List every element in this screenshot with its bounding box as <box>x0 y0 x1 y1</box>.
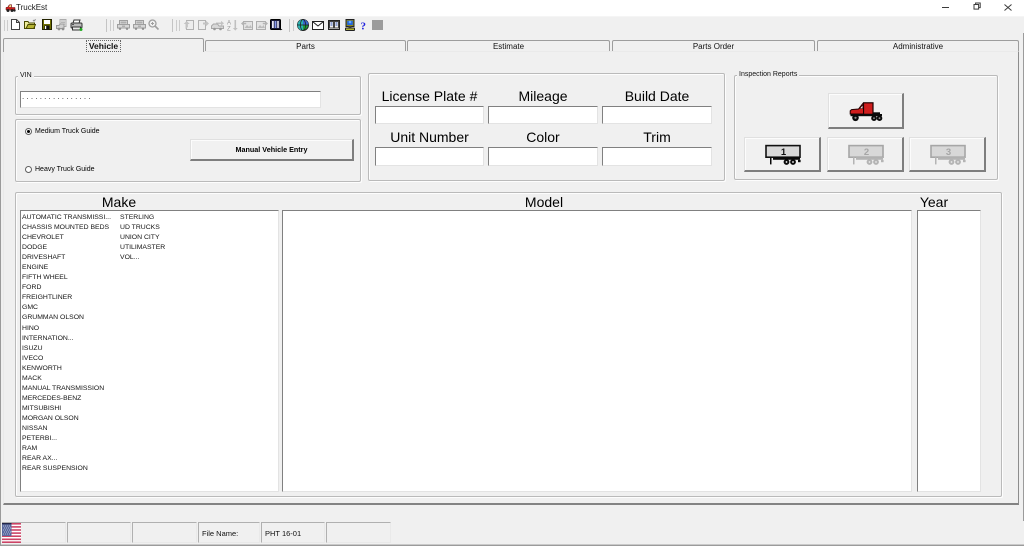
svg-text:Z: Z <box>227 27 231 32</box>
svg-text:3: 3 <box>946 147 951 158</box>
svg-text:1: 1 <box>781 147 787 158</box>
svg-text:2: 2 <box>864 147 869 158</box>
svg-text:?: ? <box>361 21 367 32</box>
